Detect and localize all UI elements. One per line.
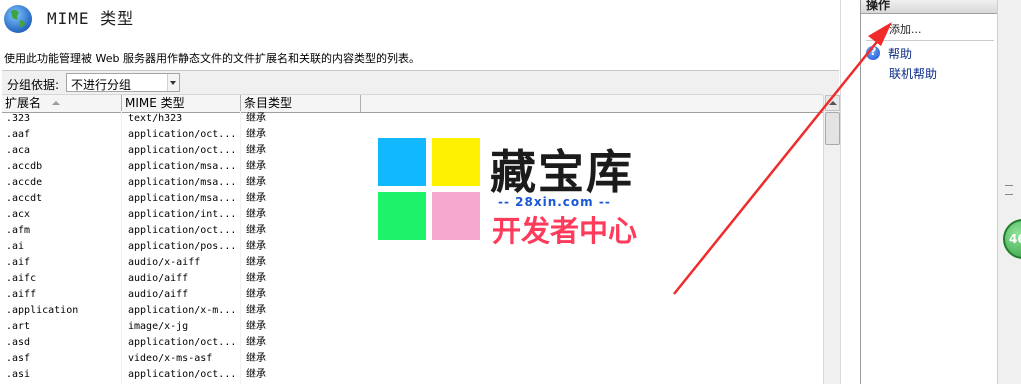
table-row[interactable]: .application application/x-m... 继承 — [2, 303, 823, 319]
table-row[interactable]: .323 text/h323 继承 — [2, 111, 823, 127]
mime-type-cell: video/x-ms-asf — [128, 353, 213, 364]
entry-type-cell: 继承 — [246, 337, 266, 348]
table-row[interactable]: .asi application/oct... 继承 — [2, 367, 823, 383]
online-help-link[interactable]: 联机帮助 — [889, 65, 937, 82]
mime-type-cell: application/msa... — [128, 161, 237, 172]
mime-type-cell: application/oct... — [128, 129, 237, 140]
pane-divider — [840, 0, 861, 384]
scroll-up-icon[interactable] — [825, 95, 840, 111]
watermark-square-blue — [378, 138, 426, 186]
entry-type-cell: 继承 — [246, 369, 266, 380]
group-by-label: 分组依据: — [7, 78, 60, 92]
mime-type-cell: application/x-m... — [128, 305, 237, 316]
watermark-square-green — [378, 192, 426, 240]
globe-icon — [4, 5, 32, 33]
mime-type-cell: text/h323 — [128, 113, 183, 124]
entry-type-cell: 继承 — [246, 273, 266, 284]
entry-type-cell: 继承 — [246, 353, 266, 364]
actions-scrollbar[interactable] — [997, 0, 1021, 384]
sort-ascending-icon — [52, 101, 60, 105]
extension-cell: .art — [6, 321, 31, 332]
help-link[interactable]: 帮助 — [888, 45, 912, 62]
entry-type-cell: 继承 — [246, 289, 266, 300]
chevron-down-icon[interactable] — [167, 74, 179, 91]
extension-cell: .asd — [6, 337, 31, 348]
actions-header: 操作 — [861, 0, 997, 14]
mime-type-cell: audio/aiff — [128, 273, 189, 284]
extension-cell: .afm — [6, 225, 31, 236]
group-by-value: 不进行分组 — [71, 78, 132, 92]
entry-type-cell: 继承 — [246, 161, 266, 172]
extension-cell: .asi — [6, 369, 31, 380]
entry-type-cell: 继承 — [246, 129, 266, 140]
column-header-mime-type[interactable]: MIME 类型 — [122, 95, 241, 112]
table-row[interactable]: .aifc audio/aiff 继承 — [2, 271, 823, 287]
extension-cell: .application — [6, 305, 79, 316]
entry-type-cell: 继承 — [246, 145, 266, 156]
table-row[interactable]: .art image/x-jg 继承 — [2, 319, 823, 335]
column-header-label: MIME 类型 — [125, 96, 185, 110]
extension-cell: .aaf — [6, 129, 31, 140]
entry-type-cell: 继承 — [246, 193, 266, 204]
mime-type-cell: application/msa... — [128, 193, 237, 204]
entry-type-cell: 继承 — [246, 257, 266, 268]
extension-cell: .accdb — [6, 161, 43, 172]
actions-title: 操作 — [866, 0, 891, 12]
extension-cell: .acx — [6, 209, 31, 220]
extension-cell: .accde — [6, 177, 43, 188]
watermark-title: 藏宝库 — [490, 145, 634, 199]
mime-type-cell: audio/x-aiff — [128, 257, 201, 268]
extension-cell: .aca — [6, 145, 31, 156]
table-row[interactable]: .aiff audio/aiff 继承 — [2, 287, 823, 303]
extension-cell: .323 — [6, 113, 31, 124]
scroll-grip-icon[interactable] — [1005, 185, 1013, 195]
extension-cell: .aifc — [6, 273, 37, 284]
entry-type-cell: 继承 — [246, 241, 266, 252]
mime-type-cell: application/oct... — [128, 145, 237, 156]
watermark-subtitle: 开发者中心 — [492, 214, 638, 248]
actions-pane: 操作 添加... 帮助 联机帮助 — [860, 0, 1021, 384]
watermark-url: -- 28xin.com -- — [498, 195, 611, 209]
entry-type-cell: 继承 — [246, 113, 266, 124]
entry-type-cell: 继承 — [246, 225, 266, 236]
mime-type-cell: application/msa... — [128, 177, 237, 188]
entry-type-cell: 继承 — [246, 209, 266, 220]
mime-type-cell: application/oct... — [128, 337, 237, 348]
add-action-link[interactable]: 添加... — [889, 21, 922, 37]
group-by-select[interactable]: 不进行分组 — [66, 73, 180, 92]
extension-cell: .asf — [6, 353, 31, 364]
watermark-square-pink — [432, 192, 480, 240]
extension-cell: .ai — [6, 241, 25, 252]
entry-type-cell: 继承 — [246, 305, 266, 316]
entry-type-cell: 继承 — [246, 321, 266, 332]
extension-cell: .accdt — [6, 193, 43, 204]
column-header-label: 条目类型 — [244, 96, 293, 110]
watermark-square-yellow — [432, 138, 480, 186]
page-description: 使用此功能管理被 Web 服务器用作静态文件的文件扩展名和关联的内容类型的列表。 — [4, 52, 420, 65]
mime-type-cell: image/x-jg — [128, 321, 189, 332]
mime-type-cell: application/pos... — [128, 241, 237, 252]
page-title: MIME 类型 — [47, 9, 135, 28]
table-row[interactable]: .aif audio/x-aiff 继承 — [2, 255, 823, 271]
table-row[interactable]: .asd application/oct... 继承 — [2, 335, 823, 351]
table-scrollbar[interactable] — [823, 95, 840, 384]
mime-type-cell: application/int... — [128, 209, 237, 220]
mime-type-cell: application/oct... — [128, 369, 237, 380]
mime-type-cell: audio/aiff — [128, 289, 189, 300]
column-header-extension[interactable]: 扩展名 — [2, 95, 122, 112]
extension-cell: .aif — [6, 257, 31, 268]
mime-type-cell: application/oct... — [128, 225, 237, 236]
column-header-entry-type[interactable]: 条目类型 — [241, 95, 361, 112]
scroll-thumb[interactable] — [825, 112, 840, 145]
watermark-logo: 藏宝库 -- 28xin.com -- 开发者中心 — [378, 138, 648, 248]
group-by-bar: 分组依据: 不进行分组 — [2, 70, 839, 95]
entry-type-cell: 继承 — [246, 177, 266, 188]
actions-separator — [866, 40, 994, 41]
extension-cell: .aiff — [6, 289, 37, 300]
column-header-label: 扩展名 — [5, 96, 42, 110]
help-icon — [866, 45, 880, 60]
table-row[interactable]: .asf video/x-ms-asf 继承 — [2, 351, 823, 367]
